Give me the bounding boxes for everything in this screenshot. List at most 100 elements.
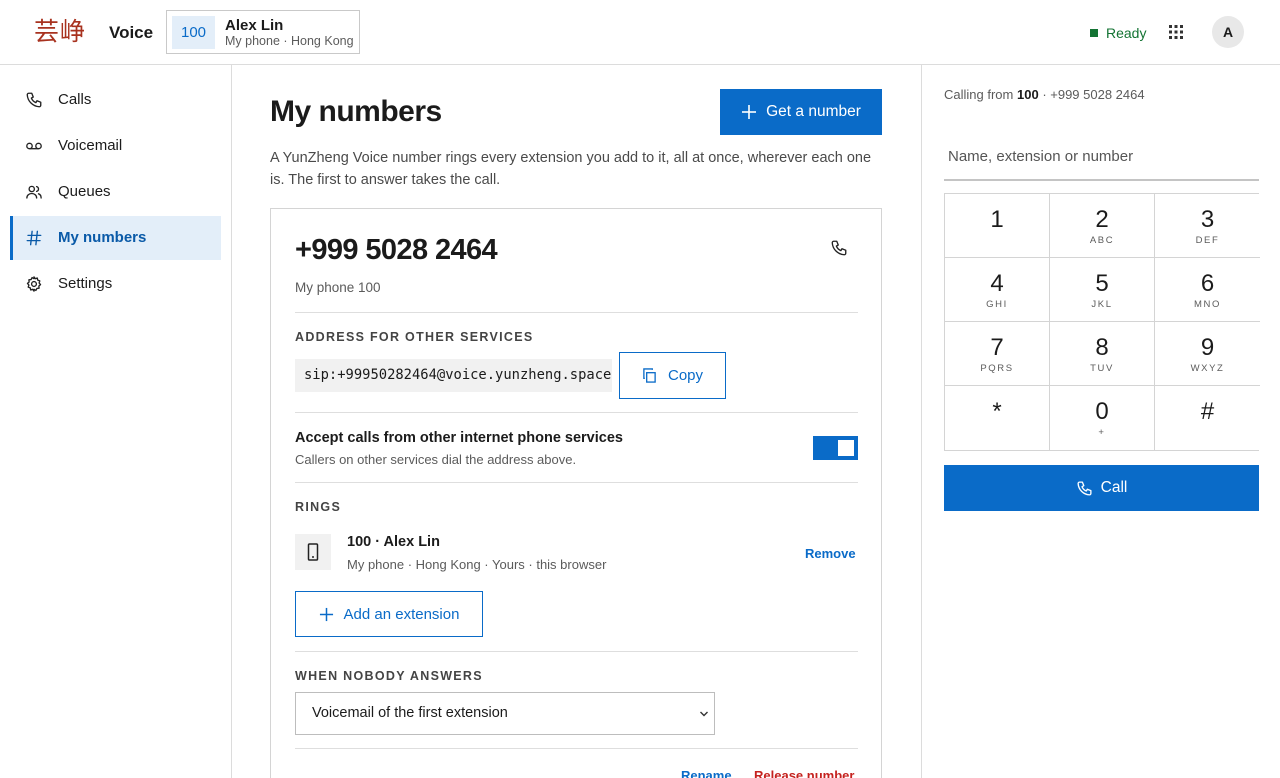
- calling-from: Calling from 100 · +999 5028 2464: [944, 87, 1145, 102]
- key-digit: 4: [990, 270, 1004, 297]
- divider: [295, 748, 858, 749]
- nobody-answers-label: WHEN NOBODY ANSWERS: [295, 669, 483, 683]
- key-6[interactable]: 6 MNO: [1155, 258, 1260, 322]
- voicemail-icon: [25, 137, 43, 155]
- key-letters: DEF: [1195, 235, 1220, 246]
- toggle-knob: [838, 440, 854, 456]
- status-text: Ready: [1106, 25, 1147, 41]
- key-letters: WXYZ: [1190, 363, 1225, 374]
- key-letters: GHI: [986, 299, 1008, 310]
- avatar[interactable]: A: [1212, 16, 1244, 48]
- dial-input[interactable]: [944, 133, 1259, 181]
- intro-text: A YunZheng Voice number rings every exte…: [270, 150, 872, 188]
- nobody-answers-select[interactable]: Voicemail of the first extension: [295, 692, 715, 735]
- ring-extension-subtitle: My phone · Hong Kong · Yours · this brow…: [347, 557, 607, 572]
- page-title: My numbers: [270, 95, 442, 128]
- key-1[interactable]: 1: [945, 194, 1050, 258]
- call-label: Call: [1100, 479, 1128, 496]
- sidebar-item-label: Voicemail: [58, 137, 123, 154]
- key-0[interactable]: 0 +: [1050, 386, 1155, 450]
- sip-address: sip:+99950282464@voice.yunzheng.space: [295, 359, 612, 392]
- sidebar-item-label: Settings: [58, 275, 113, 292]
- apps-grid-icon[interactable]: [1166, 22, 1186, 42]
- user-location: My phone · Hong Kong: [225, 34, 354, 48]
- number-subtitle: My phone 100: [295, 280, 381, 295]
- address-section-label: ADDRESS FOR OTHER SERVICES: [295, 330, 534, 344]
- key-digit: 0: [1095, 398, 1109, 425]
- key-letters: PQRS: [980, 363, 1014, 374]
- key-digit: 3: [1200, 206, 1215, 233]
- copy-label: Copy: [667, 367, 704, 384]
- status-indicator[interactable]: Ready: [1090, 25, 1146, 41]
- sidebar-item-queues[interactable]: Queues: [10, 170, 221, 214]
- key-8[interactable]: 8 TUV: [1050, 322, 1155, 386]
- keypad: 1 2 ABC 3 DEF 4 GHI 5 JKL 6 MNO 7 PQRS 8 TUV 9 W…: [944, 193, 1260, 451]
- phone-icon[interactable]: [830, 239, 848, 257]
- copy-button[interactable]: Copy: [619, 352, 726, 399]
- divider: [295, 412, 858, 413]
- add-extension-label: Add an extension: [343, 605, 460, 623]
- key-7[interactable]: 7 PQRS: [945, 322, 1050, 386]
- sidebar: Calls Voicemail Queues My numbers Settin…: [0, 65, 232, 778]
- key-letters: JKL: [1091, 299, 1113, 310]
- phone-icon: [25, 91, 43, 109]
- key-4[interactable]: 4 GHI: [945, 258, 1050, 322]
- sidebar-item-my-numbers[interactable]: My numbers: [10, 216, 221, 260]
- plus-icon: [741, 104, 766, 120]
- release-number-button[interactable]: Release number: [754, 768, 854, 778]
- dialer-panel: Calling from 100 · +999 5028 2464 1 2 ABC…: [921, 65, 1280, 778]
- key-hash[interactable]: #: [1155, 386, 1260, 450]
- key-digit: 9: [1200, 334, 1215, 361]
- rename-button[interactable]: Rename: [681, 768, 732, 778]
- key-9[interactable]: 9 WXYZ: [1155, 322, 1260, 386]
- calling-from-prefix: Calling from: [944, 87, 1014, 102]
- copy-icon: [642, 368, 668, 383]
- key-digit: #: [1200, 398, 1215, 425]
- remove-extension-button[interactable]: Remove: [805, 546, 856, 561]
- key-letters: +: [1098, 427, 1106, 438]
- key-digit: 8: [1095, 334, 1109, 361]
- sidebar-item-voicemail[interactable]: Voicemail: [10, 124, 221, 168]
- nobody-answers-value: Voicemail of the first extension: [312, 705, 508, 721]
- key-digit: 2: [1095, 206, 1109, 233]
- get-number-button[interactable]: Get a number: [720, 89, 882, 135]
- phone-icon: [1076, 480, 1101, 497]
- divider: [295, 482, 858, 483]
- extension-badge: 100: [172, 16, 215, 49]
- key-star[interactable]: *: [945, 386, 1050, 450]
- number-card: +999 5028 2464 My phone 100 ADDRESS FOR …: [270, 208, 882, 778]
- divider: [295, 312, 858, 313]
- sidebar-item-label: My numbers: [58, 229, 147, 246]
- people-icon: [25, 183, 43, 201]
- sidebar-item-label: Calls: [58, 91, 92, 108]
- ring-extension-title: 100 · Alex Lin: [347, 534, 440, 550]
- key-digit: 6: [1200, 270, 1215, 297]
- key-2[interactable]: 2 ABC: [1050, 194, 1155, 258]
- gear-icon: [25, 275, 43, 293]
- key-letters: TUV: [1090, 363, 1114, 374]
- key-3[interactable]: 3 DEF: [1155, 194, 1260, 258]
- calling-from-extension: 100: [1016, 87, 1039, 102]
- key-letters: ABC: [1089, 235, 1115, 246]
- accept-calls-toggle[interactable]: [813, 436, 858, 460]
- sidebar-item-label: Queues: [58, 183, 111, 200]
- brand-logo: 芸峥: [34, 17, 87, 46]
- accept-calls-title: Accept calls from other internet phone s…: [295, 430, 623, 446]
- sidebar-item-calls[interactable]: Calls: [10, 78, 221, 122]
- key-digit: 7: [990, 334, 1004, 361]
- accept-calls-subtitle: Callers on other services dial the addre…: [295, 452, 577, 467]
- add-extension-button[interactable]: Add an extension: [295, 591, 483, 637]
- divider: [295, 651, 858, 652]
- sidebar-item-settings[interactable]: Settings: [10, 262, 221, 306]
- key-digit: 1: [990, 206, 1004, 233]
- user-name: Alex Lin: [225, 17, 284, 34]
- calling-from-number: · +999 5028 2464: [1042, 87, 1145, 102]
- phone-number: +999 5028 2464: [295, 234, 498, 266]
- call-button[interactable]: Call: [944, 465, 1259, 511]
- mobile-phone-icon: [295, 534, 331, 570]
- user-switcher[interactable]: 100 Alex Lin My phone · Hong Kong: [166, 10, 360, 54]
- app-name: Voice: [109, 23, 154, 42]
- key-digit: 5: [1095, 270, 1109, 297]
- get-number-label: Get a number: [766, 103, 861, 120]
- key-5[interactable]: 5 JKL: [1050, 258, 1155, 322]
